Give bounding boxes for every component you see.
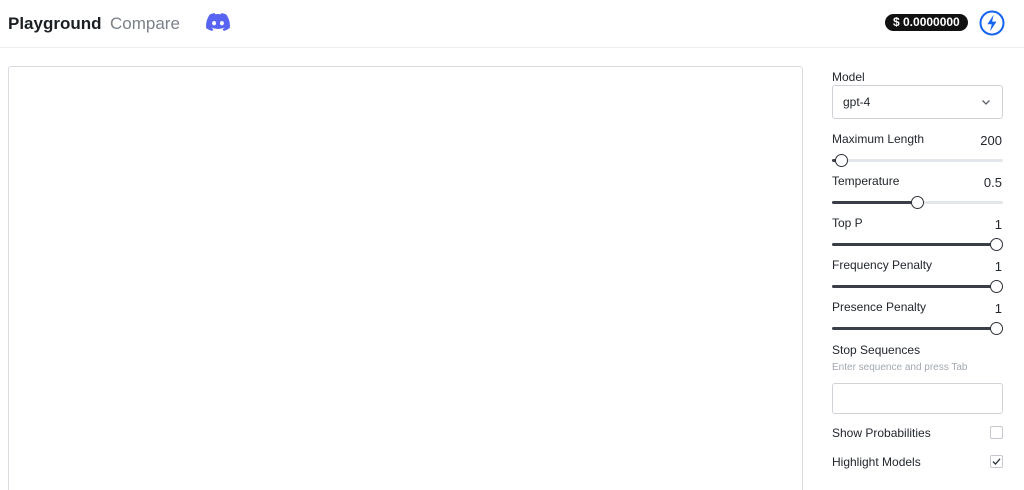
stop-sequences-input[interactable]	[832, 383, 1003, 414]
show-probabilities-checkbox[interactable]	[990, 426, 1003, 439]
top-p-label: Top P	[832, 216, 863, 230]
show-probabilities-label: Show Probabilities	[832, 426, 931, 440]
slider-fill	[832, 243, 997, 246]
model-label: Model	[832, 70, 865, 84]
checkmark-icon	[992, 458, 1001, 465]
balance-badge: $ 0.0000000	[885, 14, 968, 31]
top-p-value[interactable]: 1	[964, 217, 1002, 232]
slider-thumb[interactable]	[990, 238, 1003, 251]
temperature-value[interactable]: 0.5	[964, 175, 1002, 190]
highlight-models-label: Highlight Models	[832, 455, 921, 469]
temperature-slider[interactable]	[832, 195, 1003, 209]
presence-penalty-value[interactable]: 1	[964, 301, 1002, 316]
presence-penalty-slider[interactable]	[832, 321, 1003, 335]
slider-fill	[832, 201, 918, 204]
prompt-editor[interactable]	[8, 66, 803, 490]
discord-icon[interactable]	[206, 13, 230, 31]
top-bar: Playground Compare $ 0.0000000	[0, 0, 1024, 48]
presence-penalty-label: Presence Penalty	[832, 300, 927, 314]
frequency-penalty-value[interactable]: 1	[964, 259, 1002, 274]
frequency-penalty-slider[interactable]	[832, 279, 1003, 293]
stop-sequences-label: Stop Sequences	[832, 343, 921, 357]
max-length-slider[interactable]	[832, 153, 1003, 167]
lightning-bolt-icon[interactable]	[979, 10, 1005, 36]
slider-thumb[interactable]	[911, 196, 924, 209]
max-length-value[interactable]: 200	[964, 133, 1002, 148]
tab-playground[interactable]: Playground	[8, 14, 102, 34]
slider-thumb[interactable]	[990, 322, 1003, 335]
slider-fill	[832, 327, 997, 330]
slider-fill	[832, 285, 997, 288]
top-p-slider[interactable]	[832, 237, 1003, 251]
slider-thumb[interactable]	[835, 154, 849, 167]
stop-sequences-hint: Enter sequence and press Tab	[832, 362, 968, 373]
frequency-penalty-label: Frequency Penalty	[832, 258, 933, 272]
model-select-value: gpt-4	[843, 95, 871, 109]
slider-track	[832, 159, 1003, 162]
max-length-label: Maximum Length	[832, 132, 925, 146]
model-select[interactable]: gpt-4	[832, 85, 1003, 119]
temperature-label: Temperature	[832, 174, 900, 188]
tab-compare[interactable]: Compare	[110, 14, 180, 34]
highlight-models-checkbox[interactable]	[990, 455, 1003, 468]
chevron-down-icon	[982, 100, 990, 105]
slider-thumb[interactable]	[990, 280, 1003, 293]
